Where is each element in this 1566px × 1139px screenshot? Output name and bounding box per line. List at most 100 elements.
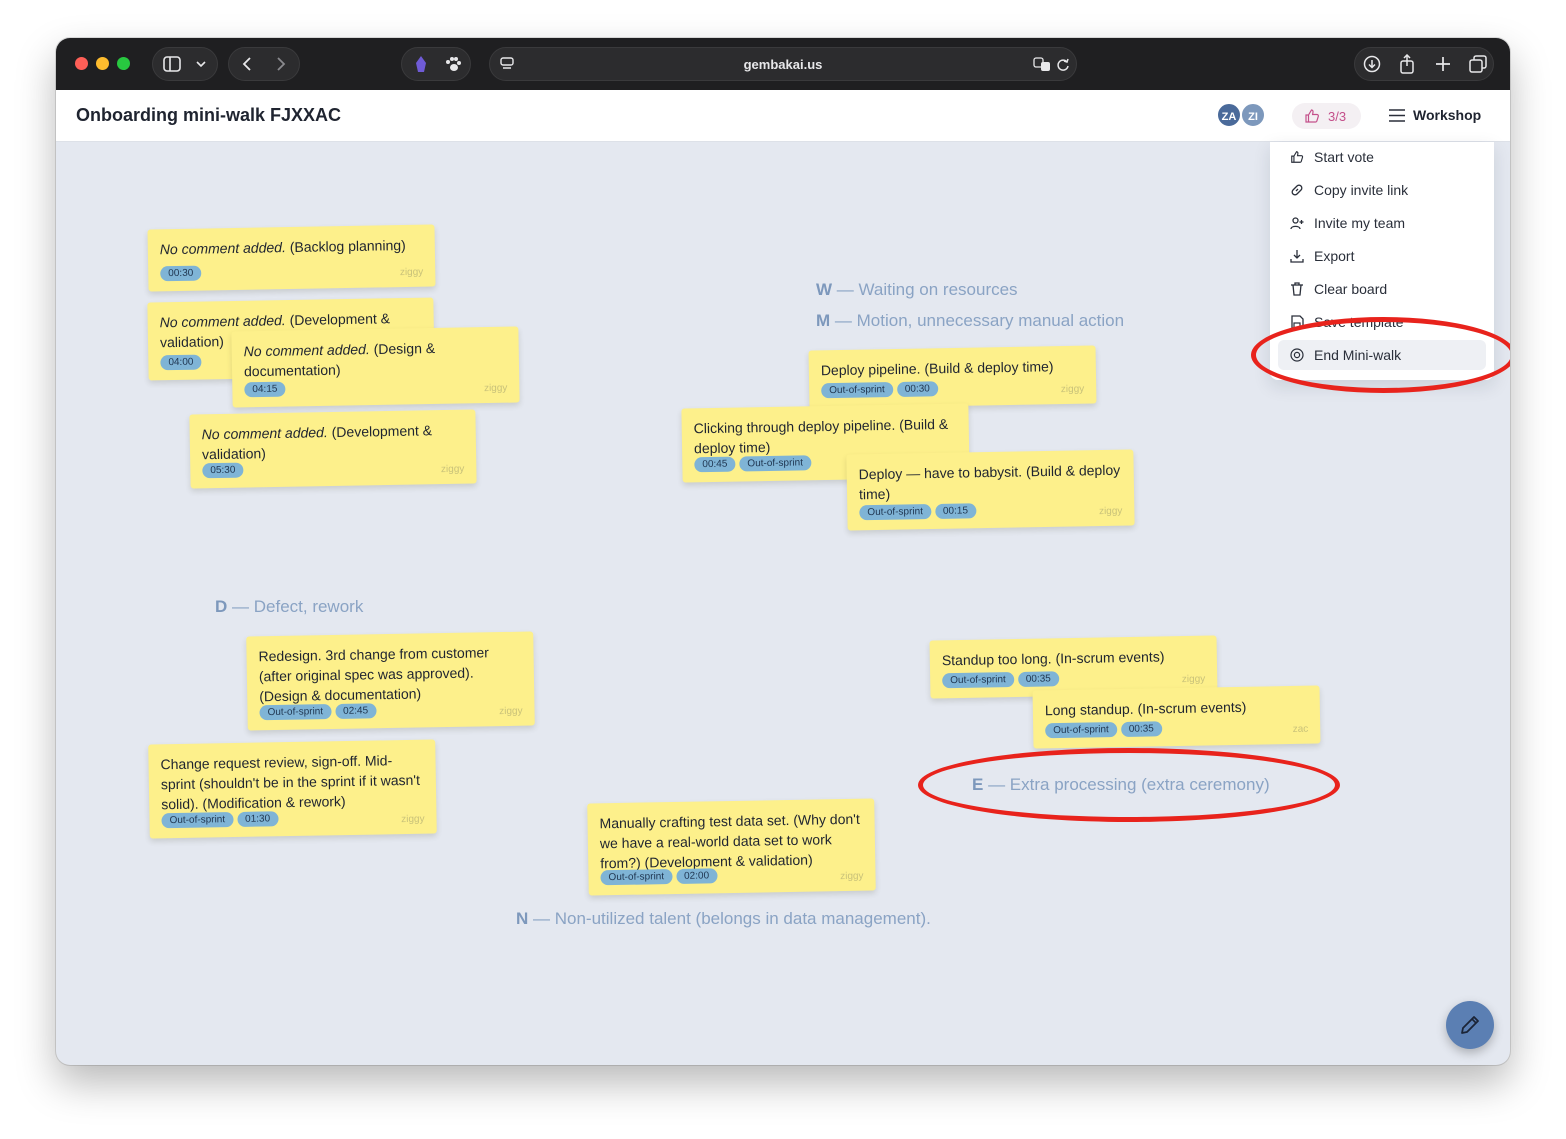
note-text: No comment added. (Development & validat…: [202, 420, 465, 465]
note-tags: Out-of-sprint 02:00: [600, 868, 721, 888]
tag: 00:15: [934, 503, 977, 519]
category-letter: W: [816, 280, 833, 299]
tag: Out-of-sprint: [1045, 722, 1117, 739]
note-author: zac: [1292, 723, 1309, 735]
menu-icon[interactable]: [1389, 109, 1405, 122]
category-text: — Waiting on resources: [836, 280, 1018, 299]
paw-icon[interactable]: [444, 55, 462, 73]
download-icon: [1290, 250, 1304, 263]
tag: Out-of-sprint: [600, 869, 673, 886]
highlight-circle: [1251, 317, 1510, 393]
tag: 02:00: [675, 868, 718, 884]
note-author: ziggy: [399, 266, 424, 279]
tag: 01:30: [236, 811, 279, 827]
note-tags: Out-of-sprint 01:30: [161, 811, 282, 831]
note-tags: 00:45 Out-of-sprint: [694, 455, 815, 475]
extensions-group: [401, 47, 471, 81]
note-tags: 00:30: [160, 265, 205, 285]
menu-item-label: Invite my team: [1314, 215, 1406, 231]
category-letter: N: [516, 909, 529, 928]
sticky-note[interactable]: Redesign. 3rd change from customer (afte…: [246, 631, 535, 731]
note-author: ziggy: [1060, 383, 1085, 396]
tag: Out-of-sprint: [821, 382, 893, 399]
sticky-note[interactable]: Manually crafting test data set. (Why do…: [587, 798, 876, 896]
workshop-menu-button[interactable]: Workshop: [1413, 107, 1481, 123]
tag: 00:45: [694, 456, 736, 473]
browser-window: gembakai.us Onboarding mini-walk FJXXAC …: [56, 38, 1510, 1065]
menu-item-label: Start vote: [1314, 149, 1374, 165]
note-emphasis: No comment added.: [243, 341, 370, 360]
tab-overview-icon[interactable]: [1469, 55, 1487, 73]
menu-item-label: Clear board: [1314, 281, 1388, 297]
sticky-note[interactable]: No comment added. (Design & documentatio…: [231, 326, 520, 408]
avatar[interactable]: ZA: [1216, 102, 1242, 128]
chevron-down-icon[interactable]: [195, 59, 207, 69]
note-text: Deploy — have to babysit. (Build & deplo…: [858, 461, 1121, 503]
tag: 04:00: [160, 354, 202, 371]
menu-item-clear-board[interactable]: Clear board: [1278, 274, 1486, 304]
tag: 00:35: [1120, 721, 1162, 737]
sidebar-icon[interactable]: [163, 56, 181, 72]
category-letter: D: [215, 597, 228, 616]
note-text: No comment added. (Design & documentatio…: [244, 337, 508, 382]
sticky-note[interactable]: Deploy pipeline. (Build & deploy time) O…: [808, 345, 1097, 409]
sticky-note[interactable]: Long standup. (In-scrum events) Out-of-s…: [1032, 685, 1321, 749]
thumbs-up-icon: [1291, 151, 1304, 163]
toolbar-actions: [1354, 47, 1494, 81]
highlight-circle: [918, 748, 1340, 822]
category-label-d[interactable]: D — Defect, rework: [215, 597, 363, 617]
translate-icon[interactable]: [1033, 57, 1051, 72]
downloads-icon[interactable]: [1363, 55, 1381, 73]
note-body: (Backlog planning): [285, 237, 406, 256]
note-author: ziggy: [499, 705, 523, 718]
address-bar[interactable]: gembakai.us: [489, 47, 1077, 81]
menu-item-start-vote[interactable]: Start vote: [1278, 142, 1486, 172]
forward-icon[interactable]: [275, 56, 287, 72]
extension-icon[interactable]: [412, 55, 430, 73]
note-author: ziggy: [1181, 673, 1206, 686]
menu-item-invite-team[interactable]: Invite my team: [1278, 208, 1486, 238]
note-author: ziggy: [440, 463, 465, 476]
minimize-window-button[interactable]: [96, 57, 109, 70]
avatar[interactable]: ZI: [1240, 102, 1266, 128]
tag: Out-of-sprint: [942, 672, 1014, 689]
nav-buttons: [228, 47, 300, 81]
note-text: No comment added. (Backlog planning): [160, 235, 423, 260]
tag: Out-of-sprint: [739, 455, 812, 472]
note-text: Clicking through deploy pipeline. (Build…: [693, 415, 949, 457]
sticky-note[interactable]: Change request review, sign-off. Mid-spr…: [148, 739, 437, 839]
note-text: Manually crafting test data set. (Why do…: [599, 810, 860, 872]
votes-badge[interactable]: 3/3: [1292, 103, 1361, 129]
zoom-window-button[interactable]: [117, 57, 130, 70]
close-window-button[interactable]: [75, 57, 88, 70]
note-text: Redesign. 3rd change from customer (afte…: [258, 644, 489, 705]
tag: Out-of-sprint: [859, 504, 932, 521]
category-text: — Motion, unnecessary manual action: [834, 311, 1125, 330]
app-header: Onboarding mini-walk FJXXAC ZA ZI 3/3 Wo…: [56, 90, 1510, 142]
note-tags: Out-of-sprint 00:35: [942, 671, 1063, 691]
tag: 00:30: [160, 265, 202, 282]
back-icon[interactable]: [241, 56, 253, 72]
category-label-n[interactable]: N — Non-utilized talent (belongs in data…: [516, 909, 931, 929]
sticky-note[interactable]: No comment added. (Development & validat…: [189, 409, 477, 489]
note-author: ziggy: [1098, 505, 1123, 518]
edit-fab-button[interactable]: [1446, 1001, 1494, 1049]
reload-icon[interactable]: [1056, 57, 1070, 72]
browser-toolbar: gembakai.us: [56, 38, 1510, 90]
category-label-w[interactable]: W — Waiting on resources: [816, 280, 1018, 300]
sticky-note[interactable]: Deploy — have to babysit. (Build & deplo…: [846, 449, 1135, 531]
tag: 05:30: [202, 462, 244, 479]
menu-item-copy-invite-link[interactable]: Copy invite link: [1278, 175, 1486, 205]
note-tags: Out-of-sprint 00:15: [859, 503, 980, 523]
sticky-note[interactable]: No comment added. (Backlog planning) 00:…: [147, 224, 436, 292]
menu-item-export[interactable]: Export: [1278, 241, 1486, 271]
url-text: gembakai.us: [743, 57, 823, 72]
category-label-m[interactable]: M — Motion, unnecessary manual action: [816, 311, 1124, 331]
new-tab-icon[interactable]: [1435, 56, 1451, 72]
note-text: Long standup. (In-scrum events): [1044, 698, 1247, 719]
note-emphasis: No comment added.: [159, 312, 286, 331]
votes-count: 3/3: [1328, 109, 1347, 124]
note-text: Standup too long. (In-scrum events): [941, 648, 1165, 669]
sidebar-toggle-group[interactable]: [152, 47, 218, 81]
share-icon[interactable]: [1399, 54, 1415, 74]
